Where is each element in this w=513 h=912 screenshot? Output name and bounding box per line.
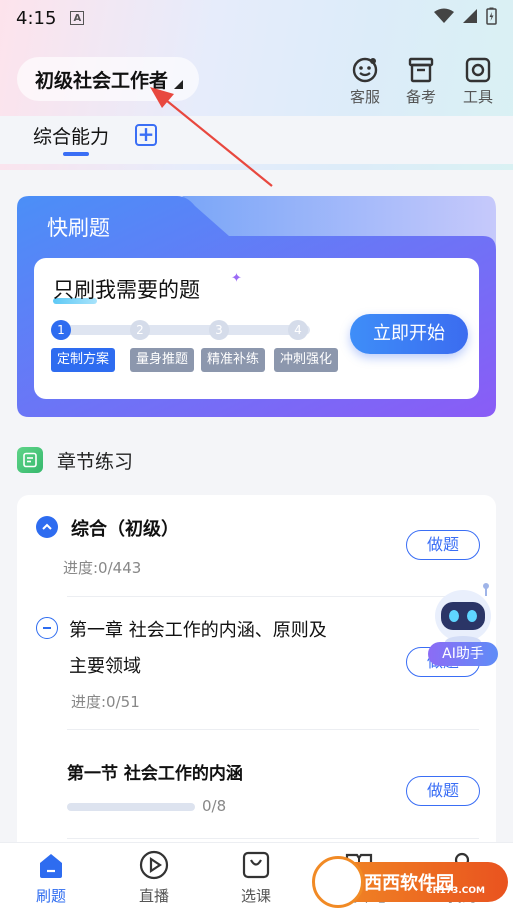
step-dot-2: 2 [130,320,150,340]
annotation-arrow [150,87,273,187]
watermark-sub: CR173.COM [426,886,485,896]
tool-exam-prep[interactable]: 备考 [399,56,443,107]
tool-label: 备考 [405,88,436,106]
ai-assistant-button[interactable]: AI助手 [424,582,502,668]
tab-comprehensive[interactable]: 综合能力 [33,122,109,149]
archive-box-icon [408,57,434,83]
nav-label: 刷题 [35,887,66,905]
row-progress: 进度:0/443 [63,559,142,577]
toolbox-icon [465,57,491,83]
do-questions-button[interactable]: 做题 [406,530,480,560]
steps-track [60,325,310,335]
tool-customer-service[interactable]: 客服 [343,56,387,107]
chapter-list: 综合（初级） 进度:0/443 做题 第一章 社会工作的内涵、原则及 主要领域 … [17,495,496,855]
quick-title: 快刷题 [47,216,110,240]
battery-icon [486,7,497,30]
status-time: 4:15 [16,7,57,29]
watermark: 西西软件园 CR173.COM [312,856,508,908]
quick-inner-card: 只刷我需要的题 ✦ 1 2 3 4 定制方案 量身推题 精准补练 冲刺强化 立即… [34,258,479,399]
collapse-icon[interactable] [36,617,58,639]
start-now-button[interactable]: 立即开始 [350,314,468,354]
step-label-4: 冲刺强化 [274,348,339,372]
row-title-chapter-1-cont: 主要领域 [69,656,141,677]
customer-service-icon [352,57,378,83]
wifi-icon [434,8,454,29]
row-title-chapter-1: 第一章 社会工作的内涵、原则及 [69,620,327,641]
tool-tools[interactable]: 工具 [456,56,500,107]
play-icon [139,850,169,880]
nav-courses[interactable]: 选课 [226,849,286,906]
row-progress: 进度:0/51 [71,693,140,711]
home-icon [40,854,62,878]
signal-icon [462,8,478,29]
collapse-icon[interactable] [36,516,58,538]
step-dot-1: 1 [51,320,71,340]
chapter-section-title: 章节练习 [57,450,134,473]
quick-practice-card: 快刷题 只刷我需要的题 ✦ 1 2 3 4 定制方案 量身推题 精准补练 冲刺强… [17,194,496,417]
robot-icon [435,583,491,648]
step-label-3: 精准补练 [201,348,266,372]
quick-subtitle: 只刷我需要的题 [53,278,200,302]
chapter-section-header: 章节练习 [17,446,133,474]
progress-bar [67,803,195,811]
do-questions-button[interactable]: 做题 [406,776,480,806]
shopping-bag-icon [242,851,270,879]
tool-label: 客服 [349,88,380,106]
step-label-2: 量身推题 [130,348,195,372]
row-title-section-1: 第一节 社会工作的内涵 [67,764,243,784]
nav-label: 直播 [138,887,169,905]
watermark-logo [312,856,364,908]
tool-label: 工具 [462,88,493,106]
step-dot-4: 4 [288,320,308,340]
nav-label: 选课 [240,887,271,905]
sparkle-icon: ✦ [231,271,242,286]
row-title-comprehensive: 综合（初级） [71,519,179,540]
notebook-icon [17,447,43,473]
step-dot-3: 3 [209,320,229,340]
step-label-1: 定制方案 [51,348,116,372]
row-progress: 0/8 [202,797,227,815]
divider [67,838,479,839]
nav-live[interactable]: 直播 [124,849,184,906]
notification-icon: A [70,11,85,25]
divider [67,729,479,730]
divider [67,596,479,597]
tab-underline [63,152,89,156]
status-bar: 4:15 A [0,0,513,36]
ai-assistant-label: AI助手 [428,642,498,666]
nav-practice[interactable]: 刷题 [21,849,81,906]
